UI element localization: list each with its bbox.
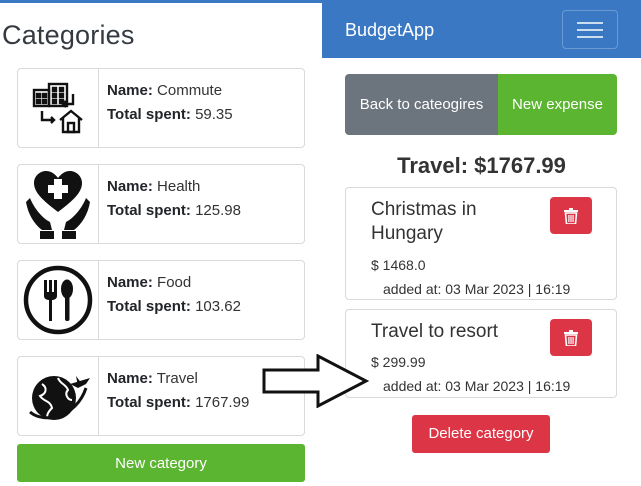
hamburger-icon-bar [577, 36, 603, 38]
expense-added-date: added at: 03 Mar 2023 | 16:19 [383, 281, 571, 297]
category-name: Travel [156, 370, 198, 387]
top-divider [0, 0, 322, 3]
name-label: Name: [107, 274, 153, 291]
commute-icon [32, 82, 83, 134]
back-to-categories-button[interactable]: Back to cateogires [345, 74, 498, 135]
trash-icon [564, 207, 578, 224]
health-icon [26, 171, 90, 239]
category-info: Name: Commute Total spent: 59.35 [107, 79, 233, 127]
category-name: Commute [157, 82, 223, 99]
expense-card: Travel to resort $ 299.99 added at: 03 M… [345, 309, 617, 398]
name-label: Name: [107, 178, 153, 195]
total-label: Total spent: [107, 106, 191, 123]
total-label: Total spent: [107, 394, 191, 411]
name-label: Name: [107, 82, 153, 99]
page-title: Categories [2, 20, 135, 50]
delete-expense-button[interactable] [550, 319, 592, 356]
total-label: Total spent: [107, 298, 191, 315]
category-info: Name: Health Total spent: 125.98 [107, 175, 241, 223]
trash-icon [564, 329, 578, 346]
delete-expense-button[interactable] [550, 197, 592, 234]
category-total-heading: Travel: $1767.99 [397, 153, 566, 178]
expense-amount: $ 1468.0 [371, 257, 426, 273]
new-category-button[interactable]: New category [17, 444, 305, 482]
expense-card: Christmas in Hungary $ 1468.0 added at: … [345, 187, 617, 300]
category-total: 103.62 [195, 298, 241, 315]
name-label: Name: [107, 370, 153, 387]
category-total: 1767.99 [195, 394, 250, 411]
menu-toggle-button[interactable] [562, 10, 618, 49]
hamburger-icon-bar [577, 29, 603, 31]
category-info: Name: Travel Total spent: 1767.99 [107, 367, 249, 415]
categories-panel: Categories Name: Commute Total spent: 59… [0, 0, 322, 486]
expense-amount: $ 299.99 [371, 354, 426, 370]
new-expense-button[interactable]: New expense [498, 74, 617, 135]
category-total: 59.35 [195, 106, 233, 123]
category-name: Health [157, 178, 201, 195]
category-thumbnail [18, 261, 99, 339]
expense-title: Travel to resort [371, 321, 499, 342]
category-thumbnail [18, 69, 99, 147]
category-card-commute[interactable]: Name: Commute Total spent: 59.35 [17, 68, 305, 148]
category-info: Name: Food Total spent: 103.62 [107, 271, 241, 319]
category-card-food[interactable]: Name: Food Total spent: 103.62 [17, 260, 305, 340]
category-total: 125.98 [195, 202, 241, 219]
hamburger-icon [577, 22, 603, 24]
navbar: BudgetApp [322, 0, 641, 58]
category-thumbnail [18, 165, 99, 243]
total-label: Total spent: [107, 202, 191, 219]
category-thumbnail [18, 357, 99, 435]
category-detail-panel: BudgetApp Back to cateogires New expense… [322, 0, 641, 486]
travel-icon [29, 376, 90, 420]
expense-added-date: added at: 03 Mar 2023 | 16:19 [383, 378, 571, 394]
app-brand[interactable]: BudgetApp [345, 20, 434, 41]
delete-category-button[interactable]: Delete category [412, 415, 550, 453]
category-name: Food [157, 274, 192, 291]
category-card-health[interactable]: Name: Health Total spent: 125.98 [17, 164, 305, 244]
food-icon [23, 265, 93, 335]
arrow-icon [262, 354, 370, 408]
expense-title: Christmas in Hungary [371, 199, 477, 244]
